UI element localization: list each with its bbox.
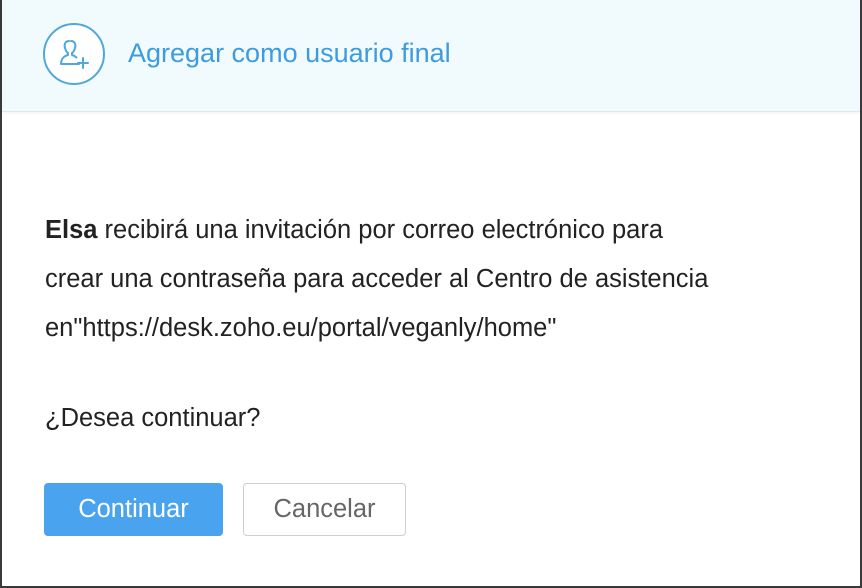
user-name: Elsa: [45, 216, 98, 244]
add-end-user-dialog: Agregar como usuario final Elsa recibirá…: [0, 0, 862, 588]
dialog-message: Elsa recibirá una invitación por correo …: [45, 206, 825, 353]
dialog-title: Agregar como usuario final: [128, 38, 451, 68]
message-line-1: Elsa recibirá una invitación por correo …: [45, 206, 825, 255]
message-line-1-text: recibirá una invitación por correo elect…: [97, 216, 664, 244]
message-line-3: en"https://desk.zoho.eu/portal/veganly/h…: [45, 314, 557, 342]
cancel-button[interactable]: Cancelar: [243, 483, 406, 536]
message-line-2: crear una contraseña para acceder al Cen…: [45, 265, 709, 293]
confirmation-question: ¿Desea continuar?: [45, 404, 261, 432]
add-user-icon: [43, 23, 105, 85]
dialog-header: Agregar como usuario final: [2, 0, 860, 112]
continue-button[interactable]: Continuar: [44, 483, 223, 536]
